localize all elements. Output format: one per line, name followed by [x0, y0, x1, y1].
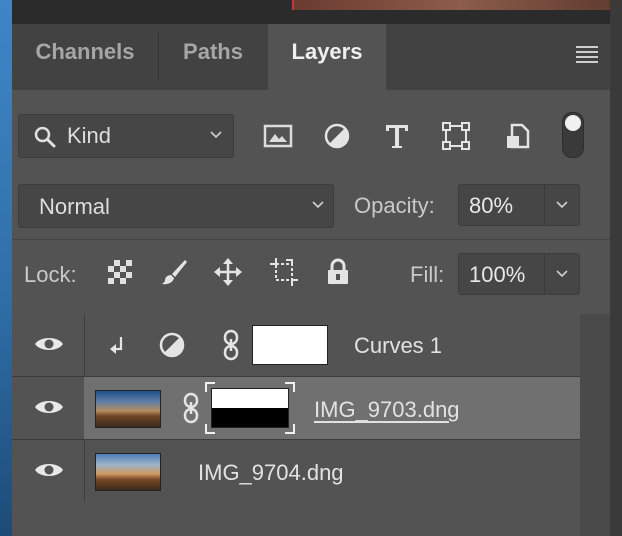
chevron-down-icon [210, 131, 222, 139]
tab-layers[interactable]: Layers [268, 24, 386, 90]
lock-label: Lock: [24, 262, 77, 287]
fill-field[interactable]: 100% [458, 253, 580, 295]
link-chain-icon[interactable] [222, 329, 240, 361]
visibility-divider [84, 440, 85, 502]
divider [12, 239, 610, 240]
opacity-value: 80% [469, 193, 514, 218]
layer-row-curves-1[interactable]: Curves 1 [12, 314, 580, 376]
link-chain-icon[interactable] [182, 392, 200, 424]
layer-name[interactable]: Curves 1 [354, 333, 442, 359]
layer-row-img-9704[interactable]: IMG_9704.dng [12, 440, 580, 502]
blend-mode-value: Normal [39, 194, 110, 219]
eye-icon[interactable] [34, 332, 64, 356]
chevron-down-icon [556, 201, 568, 209]
lock-transparent-pixels-icon[interactable] [104, 256, 136, 288]
clipping-arrow-icon [110, 337, 123, 354]
filter-kind-label: Kind [67, 123, 112, 148]
visibility-divider [84, 314, 85, 376]
opacity-dropdown-button[interactable] [544, 185, 579, 225]
fill-label: Fill: [410, 262, 445, 287]
layer-name[interactable]: IMG_9704.dng [198, 460, 344, 486]
layer-mask-thumbnail[interactable] [252, 325, 328, 365]
image-filter-icon[interactable] [262, 120, 294, 152]
lock-all-icon[interactable] [322, 256, 354, 288]
fill-dropdown-button[interactable] [544, 254, 579, 294]
layers-scrollbar[interactable] [580, 314, 610, 536]
panel-menu-icon[interactable] [576, 46, 598, 64]
shape-filter-icon[interactable] [440, 120, 472, 152]
filter-toggle-switch[interactable] [562, 112, 584, 158]
adjustment-layer-icon [159, 332, 185, 358]
fill-value: 100% [469, 262, 526, 287]
tab-channels[interactable]: Channels [12, 24, 158, 90]
background-canvas-left [0, 0, 12, 536]
tab-paths[interactable]: Paths [159, 24, 267, 90]
layer-row-img-9703[interactable]: IMG_9703.dng [12, 377, 580, 439]
opacity-field[interactable]: 80% [458, 184, 580, 226]
background-panel-edge [610, 0, 622, 536]
canvas-image-strip [292, 0, 622, 10]
lock-artboard-icon[interactable] [268, 256, 300, 288]
eye-icon[interactable] [34, 458, 64, 482]
layer-name[interactable]: IMG_9703.dng [314, 397, 460, 423]
search-icon [34, 126, 56, 148]
layer-image-thumbnail[interactable] [95, 390, 161, 428]
chevron-down-icon [556, 270, 568, 278]
background-canvas-top [12, 0, 622, 24]
mask-selected-frame [205, 382, 295, 434]
adjustment-filter-icon[interactable] [321, 120, 353, 152]
toggle-knob [565, 115, 581, 131]
eye-icon[interactable] [34, 395, 64, 419]
smart-object-filter-icon[interactable] [502, 120, 534, 152]
panel-tab-bar: Channels Paths Layers [12, 24, 610, 90]
layers-list: Curves 1 IMG_9703.dng IMG_9704.dng [12, 314, 610, 536]
type-filter-icon[interactable] [381, 120, 413, 152]
filter-kind-dropdown[interactable]: Kind [18, 114, 234, 158]
lock-position-icon[interactable] [212, 256, 244, 288]
lock-image-pixels-icon[interactable] [158, 256, 190, 288]
opacity-label: Opacity: [354, 193, 435, 218]
blend-mode-dropdown[interactable]: Normal [18, 184, 334, 228]
layer-image-thumbnail[interactable] [95, 453, 161, 491]
layers-panel: Channels Paths Layers Kind Normal Opacit… [12, 24, 610, 536]
chevron-down-icon [312, 201, 324, 209]
